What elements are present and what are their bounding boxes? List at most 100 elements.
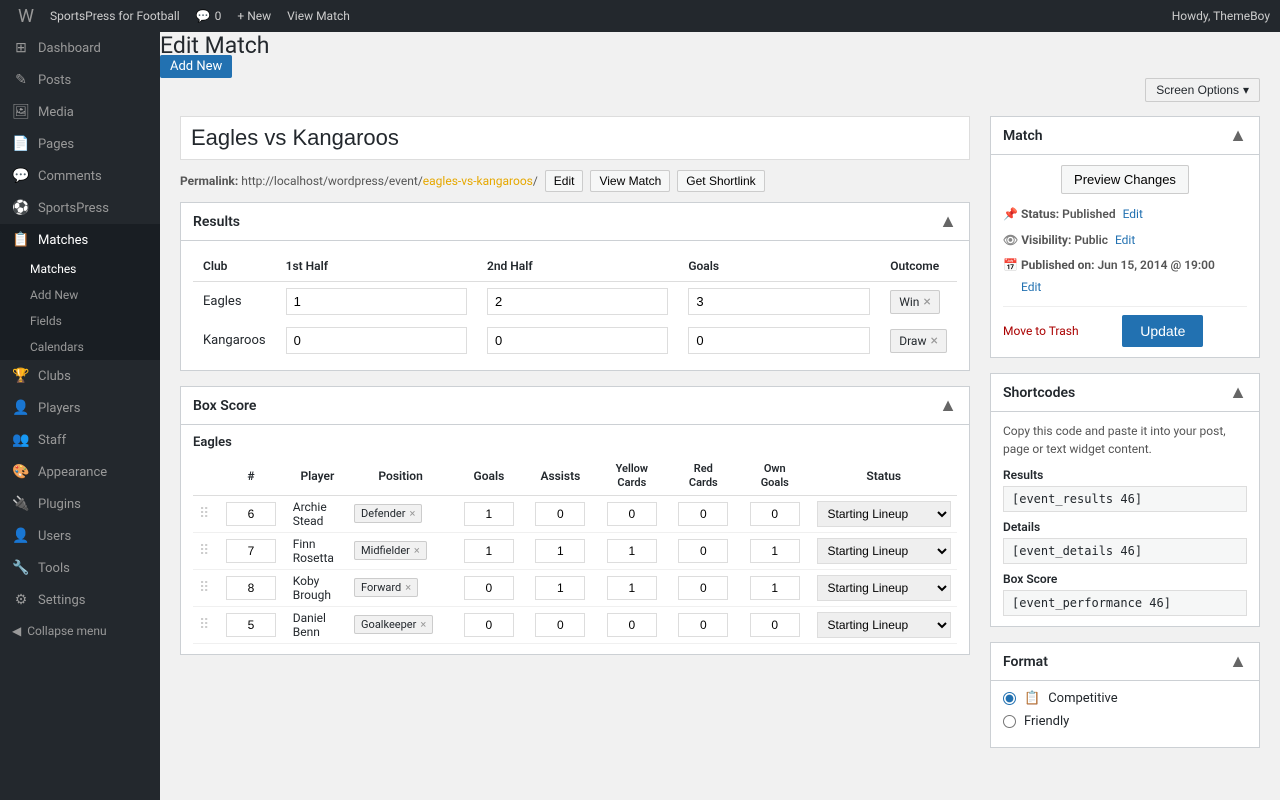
- player2-num-input[interactable]: [226, 539, 276, 563]
- player3-num-input[interactable]: [226, 576, 276, 600]
- sidebar-item-staff[interactable]: 👥 Staff: [0, 424, 160, 456]
- drag-handle[interactable]: ⠿: [199, 506, 209, 522]
- sidebar-item-pages[interactable]: 📄 Pages: [0, 128, 160, 160]
- player1-num-input[interactable]: [226, 502, 276, 526]
- shortcode-desc: Copy this code and paste it into your po…: [1003, 422, 1247, 458]
- player3-status-select[interactable]: Starting Lineup Substitute: [817, 575, 952, 601]
- results-toggle-button[interactable]: ▲: [939, 211, 957, 232]
- new-content-link[interactable]: + New: [229, 9, 279, 23]
- view-match-link[interactable]: View Match: [279, 9, 358, 23]
- site-name[interactable]: SportsPress for Football: [42, 9, 188, 23]
- kangaroos-half2-input[interactable]: [487, 327, 668, 354]
- sidebar-item-posts[interactable]: ✎ Posts: [0, 64, 160, 96]
- eagles-outcome-remove[interactable]: ×: [923, 294, 930, 310]
- player2-position-remove[interactable]: ×: [414, 544, 420, 557]
- player2-goals-input[interactable]: [464, 539, 514, 563]
- eagles-half2-input[interactable]: [487, 288, 668, 315]
- player4-position-tag: Goalkeeper ×: [354, 615, 433, 634]
- status-edit-link[interactable]: Edit: [1123, 207, 1143, 221]
- sidebar-item-sportspress[interactable]: ⚽ SportsPress: [0, 192, 160, 224]
- collapse-menu[interactable]: ◀ Collapse menu: [0, 616, 160, 646]
- comments-link[interactable]: 💬 0: [188, 9, 230, 23]
- sidebar-item-appearance[interactable]: 🎨 Appearance: [0, 456, 160, 488]
- page-header: Edit Match Add New: [160, 32, 1280, 74]
- shortcodes-inner: Copy this code and paste it into your po…: [991, 412, 1259, 626]
- table-row: ⠿ FinnRosetta Midfielder ×: [193, 532, 957, 569]
- submenu-fields[interactable]: Fields: [0, 308, 160, 334]
- drag-handle[interactable]: ⠿: [199, 580, 209, 596]
- player3-assists-input[interactable]: [535, 576, 585, 600]
- player4-own-input[interactable]: [750, 613, 800, 637]
- move-to-trash-link[interactable]: Move to Trash: [1003, 324, 1079, 338]
- get-shortlink-button[interactable]: Get Shortlink: [677, 170, 764, 192]
- sidebar-item-plugins[interactable]: 🔌 Plugins: [0, 488, 160, 520]
- player4-assists-input[interactable]: [535, 613, 585, 637]
- permalink-edit-button[interactable]: Edit: [545, 170, 584, 192]
- player1-own-input[interactable]: [750, 502, 800, 526]
- publish-toggle-button[interactable]: ▲: [1229, 125, 1247, 146]
- sidebar-item-tools[interactable]: 🔧 Tools: [0, 552, 160, 584]
- format-competitive-radio[interactable]: [1003, 692, 1016, 705]
- player3-yellow-input[interactable]: [607, 576, 657, 600]
- player4-position-remove[interactable]: ×: [420, 618, 426, 631]
- sidebar-item-settings[interactable]: ⚙ Settings: [0, 584, 160, 616]
- kangaroos-outcome-remove[interactable]: ×: [930, 333, 937, 349]
- player1-goals-input[interactable]: [464, 502, 514, 526]
- player1-red-input[interactable]: [678, 502, 728, 526]
- col-player: Player: [287, 458, 348, 495]
- format-friendly-radio[interactable]: [1003, 715, 1016, 728]
- player4-red-input[interactable]: [678, 613, 728, 637]
- results-shortcode-label: Results: [1003, 468, 1247, 482]
- sidebar-item-players[interactable]: 👤 Players: [0, 392, 160, 424]
- submenu-calendars[interactable]: Calendars: [0, 334, 160, 360]
- submenu-matches[interactable]: Matches: [0, 256, 160, 282]
- player4-yellow-input[interactable]: [607, 613, 657, 637]
- format-toggle-button[interactable]: ▲: [1229, 651, 1247, 672]
- sidebar-item-matches[interactable]: 📋 Matches: [0, 224, 160, 256]
- player3-own-input[interactable]: [750, 576, 800, 600]
- sidebar-item-clubs[interactable]: 🏆 Clubs: [0, 360, 160, 392]
- player2-red-input[interactable]: [678, 539, 728, 563]
- view-match-button[interactable]: View Match: [590, 170, 670, 192]
- shortcodes-toggle-button[interactable]: ▲: [1229, 382, 1247, 403]
- screen-options-button[interactable]: Screen Options ▾: [1145, 78, 1260, 102]
- player1-assists-input[interactable]: [535, 502, 585, 526]
- visibility-edit-link[interactable]: Edit: [1115, 233, 1135, 247]
- player3-position-remove[interactable]: ×: [405, 581, 411, 594]
- kangaroos-outcome-tag: Draw ×: [890, 329, 947, 353]
- player4-goals-input[interactable]: [464, 613, 514, 637]
- match-title-input[interactable]: [180, 116, 970, 160]
- details-shortcode-input[interactable]: [1003, 538, 1247, 564]
- player3-red-input[interactable]: [678, 576, 728, 600]
- sidebar-item-comments[interactable]: 💬 Comments: [0, 160, 160, 192]
- player2-status-select[interactable]: Starting Lineup Substitute: [817, 538, 952, 564]
- kangaroos-half1-input[interactable]: [286, 327, 467, 354]
- results-shortcode-input[interactable]: [1003, 486, 1247, 512]
- player4-num-input[interactable]: [226, 613, 276, 637]
- box-score-toggle-button[interactable]: ▲: [939, 395, 957, 416]
- sidebar-item-dashboard[interactable]: ⊞ Dashboard: [0, 32, 160, 64]
- player1-position-remove[interactable]: ×: [409, 507, 415, 520]
- published-edit-link[interactable]: Edit: [1021, 280, 1041, 294]
- sidebar-item-users[interactable]: 👤 Users: [0, 520, 160, 552]
- eagles-goals-input[interactable]: [688, 288, 870, 315]
- drag-handle[interactable]: ⠿: [199, 543, 209, 559]
- kangaroos-goals-input[interactable]: [688, 327, 870, 354]
- preview-changes-button[interactable]: Preview Changes: [1061, 165, 1189, 194]
- submenu-add-new[interactable]: Add New: [0, 282, 160, 308]
- wp-logo[interactable]: W: [10, 6, 42, 27]
- permalink-slug[interactable]: eagles-vs-kangaroos: [423, 174, 533, 188]
- player4-status-select[interactable]: Starting Lineup Substitute: [817, 612, 952, 638]
- player1-status-select[interactable]: Starting Lineup Substitute: [817, 501, 952, 527]
- player2-own-input[interactable]: [750, 539, 800, 563]
- player1-yellow-input[interactable]: [607, 502, 657, 526]
- player2-assists-input[interactable]: [535, 539, 585, 563]
- update-button[interactable]: Update: [1122, 315, 1203, 347]
- box-score-section: Eagles # Player Position Goals Assists: [181, 425, 969, 654]
- player3-goals-input[interactable]: [464, 576, 514, 600]
- drag-handle[interactable]: ⠿: [199, 617, 209, 633]
- player2-yellow-input[interactable]: [607, 539, 657, 563]
- sidebar-item-media[interactable]: 🖼 Media: [0, 96, 160, 128]
- boxscore-shortcode-input[interactable]: [1003, 590, 1247, 616]
- eagles-half1-input[interactable]: [286, 288, 467, 315]
